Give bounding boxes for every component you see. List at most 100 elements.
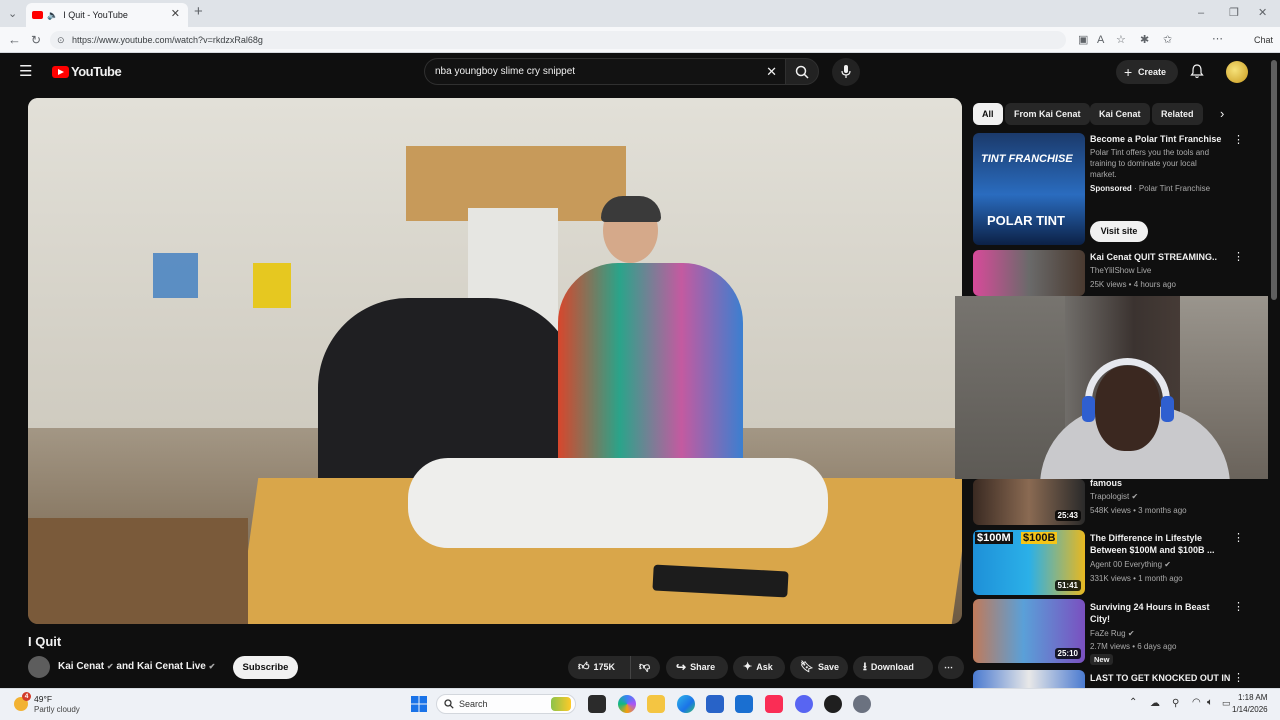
taskbar-search[interactable]: Search [436, 694, 576, 714]
wifi-icon[interactable]: ◠ [1192, 697, 1201, 708]
create-button[interactable]: + Create [1116, 60, 1178, 84]
favorite-star-icon[interactable]: ☆ [1116, 33, 1126, 47]
chip-kai-cenat[interactable]: Kai Cenat [1090, 103, 1150, 125]
file-explorer-icon[interactable] [647, 695, 665, 713]
related-channel-name-4[interactable]: FaZe Rug [1090, 629, 1126, 638]
more-menu-icon[interactable]: ⋯ [1212, 32, 1223, 46]
related-channel-1[interactable]: TheYlilShow Live [1090, 265, 1151, 276]
store-icon[interactable] [706, 695, 724, 713]
youtube-favicon-icon [32, 11, 43, 19]
related-channel-4[interactable]: FaZe Rug ✔ [1090, 628, 1135, 639]
related-channel-name-3[interactable]: Agent 00 Everything [1090, 560, 1162, 569]
related-meta-1: 25K views • 4 hours ago [1090, 280, 1176, 289]
battery-icon[interactable]: ▭ [1222, 698, 1231, 709]
minimize-icon[interactable]: – [1198, 6, 1204, 20]
youtube-logo-text[interactable]: YouTube [71, 64, 122, 79]
audio-playing-icon[interactable]: 🔈 [47, 10, 58, 21]
duration-badge-2: 25:43 [1054, 510, 1081, 521]
edge-browser-icon[interactable] [677, 695, 695, 713]
channel-avatar[interactable] [28, 656, 50, 678]
extension-puzzle-icon[interactable]: ✱ [1140, 33, 1149, 47]
volume-icon[interactable]: 🔈︎ [1207, 697, 1213, 708]
settings-gear-icon[interactable] [853, 695, 871, 713]
download-button[interactable]: ⭳ Download [853, 656, 933, 679]
related-thumbnail-1[interactable] [973, 250, 1085, 296]
chip-related[interactable]: Related [1152, 103, 1203, 125]
close-window-icon[interactable]: ✕ [1258, 6, 1267, 20]
related-title-2[interactable]: famous [1090, 477, 1222, 489]
back-icon[interactable]: ← [8, 33, 21, 47]
tray-app-icon[interactable]: ☁ [1150, 698, 1160, 709]
new-tab-icon[interactable]: + [194, 4, 203, 19]
search-button[interactable] [785, 58, 819, 85]
copilot-label[interactable]: Chat [1254, 35, 1273, 45]
youtube-logo-icon[interactable] [52, 66, 69, 78]
related-title-1[interactable]: Kai Cenat QUIT STREAMING.. [1090, 251, 1222, 263]
related-menu-icon-4[interactable]: ⋮ [1233, 602, 1244, 613]
channel-name[interactable]: Kai Cenat [58, 661, 104, 672]
related-title-5[interactable]: LAST TO GET KNOCKED OUT IN [1090, 672, 1235, 684]
clear-search-icon[interactable]: ✕ [766, 59, 777, 84]
related-thumbnail-3[interactable]: $100M $100B 51:41 [973, 530, 1085, 595]
related-menu-icon-3[interactable]: ⋮ [1233, 533, 1244, 544]
extensions-icon[interactable]: ▣ [1078, 33, 1088, 47]
obs-icon[interactable] [824, 695, 842, 713]
scrollbar-thumb[interactable] [1271, 60, 1277, 300]
clock-date[interactable]: 1/14/2026 [1232, 705, 1268, 714]
voice-search-button[interactable] [832, 58, 860, 86]
ad-thumbnail[interactable]: TINT FRANCHISE POLAR TINT [973, 133, 1085, 245]
favorites-icon[interactable]: ✩ [1163, 33, 1172, 47]
url-field[interactable]: ⊙ https://www.youtube.com/watch?v=rkdzxR… [50, 31, 1066, 49]
save-button[interactable]: 🔖︎ Save [790, 656, 848, 679]
windows-start-icon[interactable] [411, 696, 427, 712]
notifications-bell-icon[interactable] [1190, 64, 1204, 79]
tab-close-icon[interactable]: ✕ [171, 7, 180, 20]
related-title-4[interactable]: Surviving 24 Hours in Beast City! [1090, 601, 1222, 625]
copilot-app-icon[interactable] [618, 695, 636, 713]
clock-time[interactable]: 1:18 AM [1238, 693, 1267, 702]
video-frame-signs [153, 253, 198, 298]
show-hidden-icons-chevron-icon[interactable]: ⌃ [1129, 697, 1137, 708]
account-avatar[interactable] [1226, 61, 1248, 83]
channel-name-2[interactable]: Kai Cenat Live [137, 661, 206, 672]
chip-all[interactable]: All [973, 103, 1003, 125]
restore-icon[interactable]: ❐ [1229, 6, 1239, 20]
like-count: 175K [593, 662, 616, 672]
tray-usb-icon[interactable]: ⚲ [1172, 698, 1179, 709]
menu-icon[interactable]: ☰ [19, 64, 32, 79]
visit-site-button[interactable]: Visit site [1090, 221, 1148, 242]
related-thumbnail-5[interactable] [973, 670, 1085, 688]
tab-actions-icon[interactable]: ⌄ [8, 7, 17, 21]
chip-from-kai-cenat[interactable]: From Kai Cenat [1005, 103, 1090, 125]
discord-icon[interactable] [795, 695, 813, 713]
outlook-icon[interactable] [735, 695, 753, 713]
channel-joiner: and [116, 661, 135, 672]
task-view-icon[interactable] [588, 695, 606, 713]
more-actions-button[interactable]: ⋯ [938, 656, 964, 679]
chip-next-icon[interactable]: › [1220, 106, 1224, 121]
related-channel-name-2[interactable]: Trapologist [1090, 492, 1129, 501]
ad-title[interactable]: Become a Polar Tint Franchise [1090, 133, 1222, 145]
read-aloud-icon[interactable]: A [1097, 33, 1104, 47]
site-info-icon[interactable]: ⊙ [57, 31, 65, 49]
video-player[interactable] [28, 98, 962, 624]
like-button[interactable]: 👍︎ 175K [568, 656, 630, 679]
related-thumbnail-4[interactable]: 25:10 [973, 599, 1085, 663]
dislike-button[interactable]: 👎︎ [630, 656, 660, 679]
refresh-icon[interactable]: ↻ [31, 33, 41, 47]
related-title-3[interactable]: The Difference in Lifestyle Between $100… [1090, 532, 1222, 556]
browser-tab[interactable]: 🔈 I Quit - YouTube ✕ [26, 3, 188, 27]
related-menu-icon-5[interactable]: ⋮ [1233, 673, 1244, 684]
related-menu-icon-1[interactable]: ⋮ [1233, 252, 1244, 263]
music-app-icon[interactable] [765, 695, 783, 713]
weather-widget[interactable]: 4 49°F Partly cloudy [10, 692, 100, 718]
ad-menu-icon[interactable]: ⋮ [1233, 135, 1244, 146]
related-channel-3[interactable]: Agent 00 Everything ✔ [1090, 559, 1171, 570]
related-thumbnail-2[interactable]: 25:43 [973, 479, 1085, 525]
search-input[interactable]: nba youngboy slime cry snippet ✕ [424, 58, 785, 85]
share-button[interactable]: ↪ Share [666, 656, 728, 679]
channel-names[interactable]: Kai Cenat ✔ and Kai Cenat Live ✔ [58, 661, 215, 672]
subscribe-button[interactable]: Subscribe [233, 656, 298, 679]
related-channel-2[interactable]: Trapologist ✔ [1090, 491, 1138, 502]
ask-button[interactable]: ✦ Ask [733, 656, 785, 679]
